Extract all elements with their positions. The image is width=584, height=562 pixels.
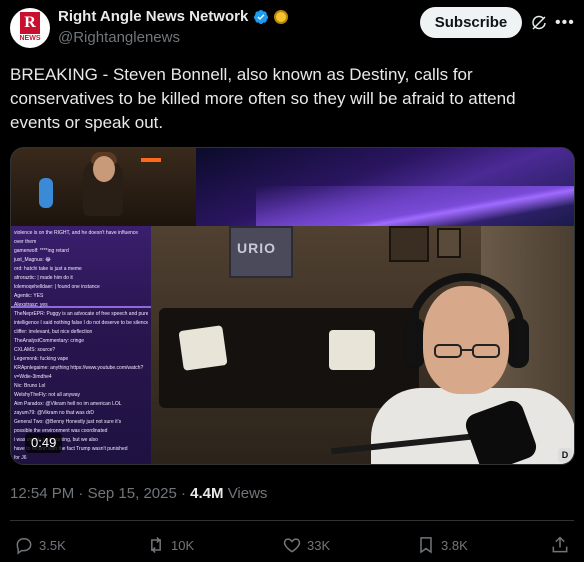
bookmark-icon [420,537,432,554]
subscribe-button[interactable]: Subscribe [420,7,522,38]
glasses [434,344,500,358]
chat-message: TheNeprEPR: Puggy is an advocate of free… [14,311,148,317]
chat-message: Alexstrasz: yes [14,302,48,308]
chat-message: gamerwolf: ****ing retard [14,248,69,254]
chat-message: zayum79: @Vikram no that was drD [14,410,95,416]
reply-icon [16,538,32,555]
share-icon [552,536,568,553]
pillow [178,325,228,371]
chat-message: WelshyTheFly: not all anyway [14,392,81,398]
tweet-header: R NEWS Right Angle News Network @Rightan… [10,6,574,48]
chat-message: just_Magnus: 😂 [14,257,51,263]
video-corner-badge[interactable]: D [558,448,572,462]
reply-button[interactable]: 3.5K [14,534,66,556]
avatar[interactable]: R NEWS [10,8,50,48]
more-options-icon[interactable]: ••• [555,14,574,32]
repost-button[interactable]: 10K [146,534,194,556]
chat-message: Aim Paradox: @Vikram hell no im american… [14,401,122,407]
account-name[interactable]: Right Angle News Network [58,8,248,25]
divider [10,520,574,521]
chat-message: afroraztic: | made him do it [14,275,73,281]
meta-separator: · [78,485,84,502]
repost-icon [151,536,161,554]
share-button[interactable] [550,534,575,556]
views-count: 4.4M [190,485,224,502]
stream-banner [196,148,574,226]
poster-text: URIO [237,240,276,256]
figurine [39,178,53,208]
account-handle[interactable]: @Rightanglenews [58,29,180,46]
reply-count: 3.5K [39,537,66,553]
chat-message: for J6 [14,455,27,461]
chat-message: cliffer: irrelevant, but nice deflection [14,329,93,335]
wall-frame [437,228,461,258]
like-count: 33K [307,537,331,553]
stream-chat: violence is on the RIGHT, and he doesn't… [11,226,151,464]
chat-message: violence is on the RIGHT, and he doesn't… [14,230,139,236]
tweet-date[interactable]: Sep 15, 2025 [88,485,177,502]
video-duration: 0:49 [25,433,63,453]
tweet-actions: 3.5K 10K 33K 3.8K [14,534,574,556]
chat-message: v=Wdie-3imdhe4 [14,374,52,380]
tweet-time[interactable]: 12:54 PM [10,485,74,502]
views-label: Views [227,485,268,502]
webcam-overlay [11,148,196,226]
chat-message: CXLAMS: source? [14,347,56,353]
affiliate-badge-icon[interactable] [274,10,288,24]
avatar-logo-letter: R [20,12,40,34]
tweet-meta: 12:54 PM · Sep 15, 2025 · 4.4M Views [10,485,267,502]
chat-message: KRApnlegaime: anything https://www.youtu… [14,365,144,371]
avatar-logo-text: NEWS [19,35,41,42]
repost-count: 10K [171,537,195,553]
wall-poster: URIO [229,226,293,278]
wall-frame [389,226,429,262]
verified-badge-icon[interactable] [253,9,269,25]
chat-message: Agentic: YES [14,293,44,299]
chat-message: Nic: Bruno Lol [14,383,46,389]
bookmark-button[interactable]: 3.8K [416,534,468,556]
grok-icon[interactable] [530,14,548,32]
video-player[interactable]: URIO violence is on the RIGHT, and he do… [10,147,575,465]
chat-message: ord: hatchi take is just a meme [14,266,82,272]
chat-message: over them [14,239,37,245]
meta-separator: · [180,485,186,502]
heart-icon [283,538,301,553]
pillow [329,330,375,370]
tweet-text: BREAKING - Steven Bonnell, also known as… [10,65,516,132]
chat-message: General Two: @Benny Honestly just not su… [14,419,122,425]
chat-message: TheAnalystCommentary: cringe [14,338,85,344]
chat-message: lolemoqehelldaer: | found one instance [14,284,100,290]
chat-message: intelligence I said nothing false I do n… [14,320,148,326]
chat-message: Legemonk: fucking vape [14,356,69,362]
like-button[interactable]: 33K [282,534,330,556]
bookmark-count: 3.8K [441,537,468,553]
